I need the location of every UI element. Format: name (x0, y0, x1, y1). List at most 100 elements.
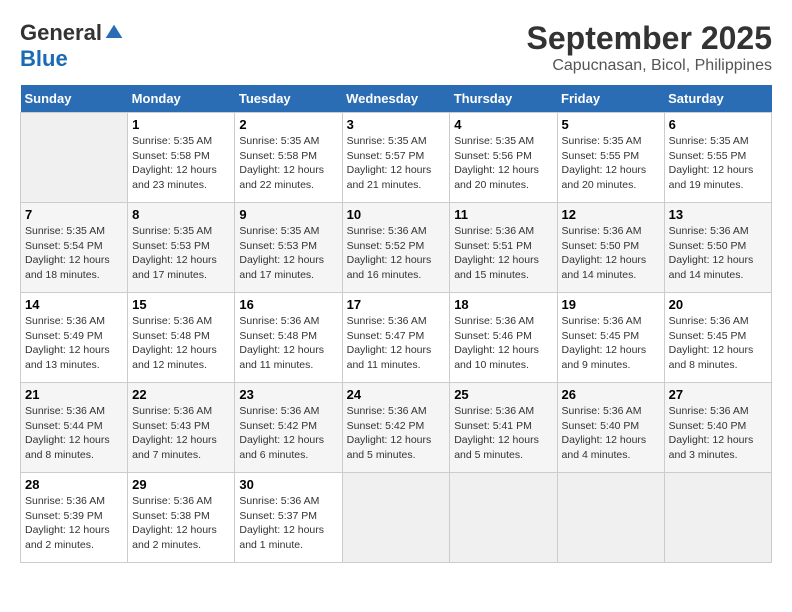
calendar-cell: 23 Sunrise: 5:36 AM Sunset: 5:42 PM Dayli… (235, 383, 342, 473)
cell-content: Sunrise: 5:36 AM Sunset: 5:40 PM Dayligh… (669, 404, 767, 463)
cell-content: Sunrise: 5:36 AM Sunset: 5:45 PM Dayligh… (669, 314, 767, 373)
cell-content: Sunrise: 5:36 AM Sunset: 5:37 PM Dayligh… (239, 494, 337, 553)
cell-content: Sunrise: 5:35 AM Sunset: 5:58 PM Dayligh… (239, 134, 337, 193)
day-number: 10 (347, 207, 446, 222)
day-number: 4 (454, 117, 552, 132)
calendar-table: SundayMondayTuesdayWednesdayThursdayFrid… (20, 85, 772, 563)
logo-blue-text: Blue (20, 46, 68, 72)
title-block: September 2025 Capucnasan, Bicol, Philip… (527, 20, 772, 75)
day-number: 20 (669, 297, 767, 312)
page-header: General Blue September 2025 Capucnasan, … (20, 20, 772, 75)
day-number: 24 (347, 387, 446, 402)
calendar-cell: 7 Sunrise: 5:35 AM Sunset: 5:54 PM Daylig… (21, 203, 128, 293)
header-monday: Monday (128, 85, 235, 113)
cell-content: Sunrise: 5:36 AM Sunset: 5:51 PM Dayligh… (454, 224, 552, 283)
day-number: 30 (239, 477, 337, 492)
cell-content: Sunrise: 5:36 AM Sunset: 5:45 PM Dayligh… (562, 314, 660, 373)
day-number: 13 (669, 207, 767, 222)
calendar-cell: 8 Sunrise: 5:35 AM Sunset: 5:53 PM Daylig… (128, 203, 235, 293)
calendar-cell: 2 Sunrise: 5:35 AM Sunset: 5:58 PM Daylig… (235, 113, 342, 203)
calendar-cell: 20 Sunrise: 5:36 AM Sunset: 5:45 PM Dayli… (664, 293, 771, 383)
cell-content: Sunrise: 5:36 AM Sunset: 5:41 PM Dayligh… (454, 404, 552, 463)
header-friday: Friday (557, 85, 664, 113)
day-number: 14 (25, 297, 123, 312)
day-number: 29 (132, 477, 230, 492)
calendar-cell: 25 Sunrise: 5:36 AM Sunset: 5:41 PM Dayli… (450, 383, 557, 473)
cell-content: Sunrise: 5:36 AM Sunset: 5:44 PM Dayligh… (25, 404, 123, 463)
cell-content: Sunrise: 5:35 AM Sunset: 5:55 PM Dayligh… (669, 134, 767, 193)
location-title: Capucnasan, Bicol, Philippines (527, 57, 772, 75)
calendar-cell: 14 Sunrise: 5:36 AM Sunset: 5:49 PM Dayli… (21, 293, 128, 383)
calendar-cell: 5 Sunrise: 5:35 AM Sunset: 5:55 PM Daylig… (557, 113, 664, 203)
calendar-cell: 18Sunrise: 5:36 AM Sunset: 5:46 PM Dayli… (450, 293, 557, 383)
logo-general-text: General (20, 20, 102, 46)
calendar-cell: 9 Sunrise: 5:35 AM Sunset: 5:53 PM Daylig… (235, 203, 342, 293)
calendar-cell: 16 Sunrise: 5:36 AM Sunset: 5:48 PM Dayli… (235, 293, 342, 383)
day-number: 11 (454, 207, 552, 222)
calendar-cell: 6 Sunrise: 5:35 AM Sunset: 5:55 PM Daylig… (664, 113, 771, 203)
header-saturday: Saturday (664, 85, 771, 113)
calendar-cell: 13 Sunrise: 5:36 AM Sunset: 5:50 PM Dayli… (664, 203, 771, 293)
day-number: 15 (132, 297, 230, 312)
calendar-week-5: 28Sunrise: 5:36 AM Sunset: 5:39 PM Dayli… (21, 473, 772, 563)
cell-content: Sunrise: 5:36 AM Sunset: 5:48 PM Dayligh… (132, 314, 230, 373)
day-number: 12 (562, 207, 660, 222)
calendar-cell: 22 Sunrise: 5:36 AM Sunset: 5:43 PM Dayli… (128, 383, 235, 473)
day-number: 7 (25, 207, 123, 222)
day-number: 3 (347, 117, 446, 132)
calendar-cell: 1 Sunrise: 5:35 AM Sunset: 5:58 PM Daylig… (128, 113, 235, 203)
day-number: 8 (132, 207, 230, 222)
calendar-cell: 21 Sunrise: 5:36 AM Sunset: 5:44 PM Dayli… (21, 383, 128, 473)
day-number: 5 (562, 117, 660, 132)
day-number: 6 (669, 117, 767, 132)
cell-content: Sunrise: 5:35 AM Sunset: 5:57 PM Dayligh… (347, 134, 446, 193)
day-number: 16 (239, 297, 337, 312)
calendar-cell: 10 Sunrise: 5:36 AM Sunset: 5:52 PM Dayli… (342, 203, 450, 293)
cell-content: Sunrise: 5:35 AM Sunset: 5:53 PM Dayligh… (239, 224, 337, 283)
day-number: 27 (669, 387, 767, 402)
cell-content: Sunrise: 5:35 AM Sunset: 5:58 PM Dayligh… (132, 134, 230, 193)
calendar-header-row: SundayMondayTuesdayWednesdayThursdayFrid… (21, 85, 772, 113)
cell-content: Sunrise: 5:36 AM Sunset: 5:38 PM Dayligh… (132, 494, 230, 553)
calendar-week-4: 21 Sunrise: 5:36 AM Sunset: 5:44 PM Dayli… (21, 383, 772, 473)
day-number: 1 (132, 117, 230, 132)
cell-content: Sunrise: 5:35 AM Sunset: 5:55 PM Dayligh… (562, 134, 660, 193)
calendar-cell (342, 473, 450, 563)
day-number: 17 (347, 297, 446, 312)
day-number: 22 (132, 387, 230, 402)
cell-content: Sunrise: 5:36 AM Sunset: 5:42 PM Dayligh… (347, 404, 446, 463)
day-number: 23 (239, 387, 337, 402)
cell-content: Sunrise: 5:36 AM Sunset: 5:50 PM Dayligh… (669, 224, 767, 283)
header-sunday: Sunday (21, 85, 128, 113)
calendar-cell: 28Sunrise: 5:36 AM Sunset: 5:39 PM Dayli… (21, 473, 128, 563)
calendar-cell: 3 Sunrise: 5:35 AM Sunset: 5:57 PM Daylig… (342, 113, 450, 203)
calendar-week-3: 14 Sunrise: 5:36 AM Sunset: 5:49 PM Dayli… (21, 293, 772, 383)
cell-content: Sunrise: 5:36 AM Sunset: 5:48 PM Dayligh… (239, 314, 337, 373)
cell-content: Sunrise: 5:36 AM Sunset: 5:50 PM Dayligh… (562, 224, 660, 283)
cell-content: Sunrise: 5:36 AM Sunset: 5:49 PM Dayligh… (25, 314, 123, 373)
day-number: 21 (25, 387, 123, 402)
calendar-cell: 29 Sunrise: 5:36 AM Sunset: 5:38 PM Dayli… (128, 473, 235, 563)
calendar-cell (450, 473, 557, 563)
calendar-cell (21, 113, 128, 203)
day-number: 19 (562, 297, 660, 312)
cell-content: Sunrise: 5:35 AM Sunset: 5:54 PM Dayligh… (25, 224, 123, 283)
calendar-cell: 15 Sunrise: 5:36 AM Sunset: 5:48 PM Dayli… (128, 293, 235, 383)
cell-content: Sunrise: 5:36 AM Sunset: 5:52 PM Dayligh… (347, 224, 446, 283)
calendar-cell: 27 Sunrise: 5:36 AM Sunset: 5:40 PM Dayli… (664, 383, 771, 473)
calendar-cell (664, 473, 771, 563)
logo: General Blue (20, 20, 124, 72)
cell-content: Sunrise: 5:35 AM Sunset: 5:53 PM Dayligh… (132, 224, 230, 283)
day-number: 9 (239, 207, 337, 222)
cell-content: Sunrise: 5:36 AM Sunset: 5:42 PM Dayligh… (239, 404, 337, 463)
cell-content: Sunrise: 5:35 AM Sunset: 5:56 PM Dayligh… (454, 134, 552, 193)
cell-content: Sunrise: 5:36 AM Sunset: 5:40 PM Dayligh… (562, 404, 660, 463)
cell-content: Sunrise: 5:36 AM Sunset: 5:46 PM Dayligh… (454, 314, 552, 373)
calendar-week-2: 7 Sunrise: 5:35 AM Sunset: 5:54 PM Daylig… (21, 203, 772, 293)
calendar-cell: 24 Sunrise: 5:36 AM Sunset: 5:42 PM Dayli… (342, 383, 450, 473)
cell-content: Sunrise: 5:36 AM Sunset: 5:43 PM Dayligh… (132, 404, 230, 463)
calendar-cell (557, 473, 664, 563)
day-number: 25 (454, 387, 552, 402)
day-number: 2 (239, 117, 337, 132)
calendar-cell: 11 Sunrise: 5:36 AM Sunset: 5:51 PM Dayli… (450, 203, 557, 293)
